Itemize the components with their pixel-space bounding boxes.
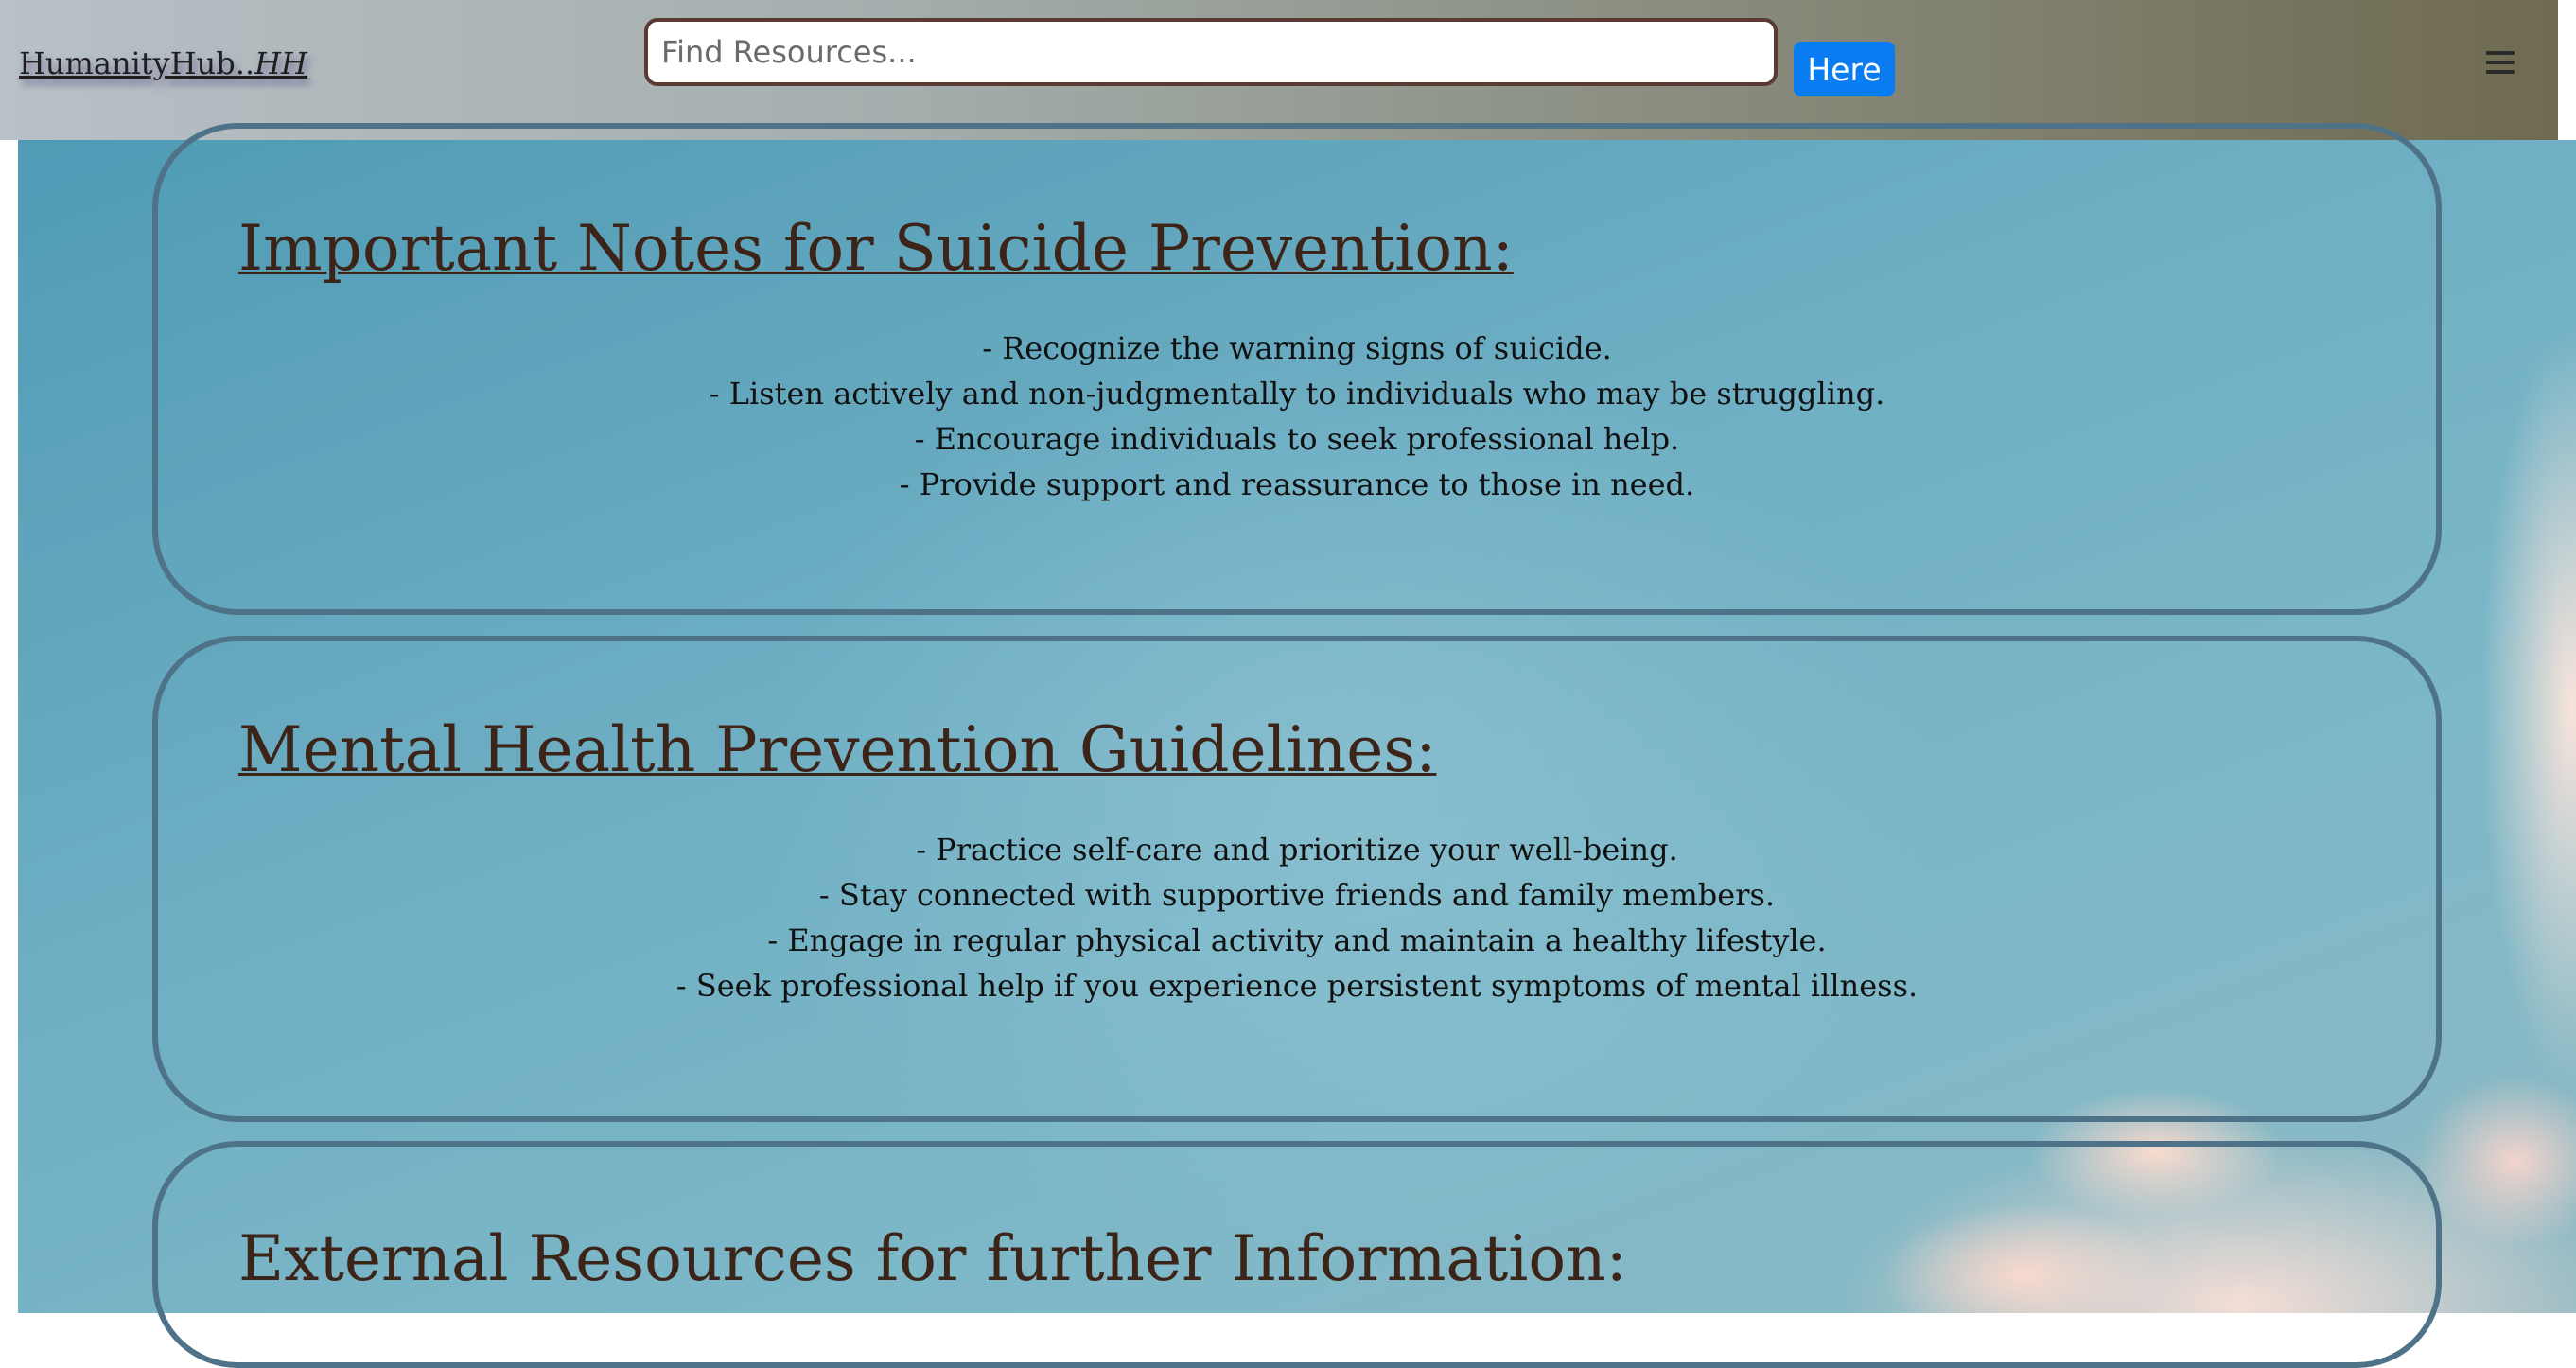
section-line: - Practice self-care and prioritize your… (916, 832, 1678, 868)
search-input[interactable] (644, 18, 1778, 86)
hamburger-menu-icon[interactable] (2486, 49, 2515, 74)
section-line: - Encourage individuals to seek professi… (914, 421, 1680, 457)
section-line: - Recognize the warning signs of suicide… (982, 330, 1612, 366)
brand-text: HumanityHub.. (19, 45, 255, 81)
section-body: - Recognize the warning signs of suicide… (158, 325, 2436, 507)
menu-bar (2486, 61, 2515, 64)
section-line: - Provide support and reassurance to tho… (899, 466, 1695, 502)
section-line: - Seek professional help if you experien… (675, 968, 1919, 1004)
menu-bar (2486, 70, 2515, 74)
external-resources-card: External Resources for further Informati… (152, 1141, 2442, 1368)
brand-suffix: HH (254, 45, 307, 81)
section-line: - Stay connected with supportive friends… (818, 877, 1776, 913)
search-button[interactable]: Here (1794, 42, 1895, 96)
brand-logo-link[interactable]: HumanityHub..HH (19, 45, 307, 81)
mental-health-guidelines-card: Mental Health Prevention Guidelines: - P… (152, 636, 2442, 1122)
suicide-prevention-card: Important Notes for Suicide Prevention: … (152, 123, 2442, 615)
top-navigation-bar: HumanityHub..HH Here (0, 0, 2558, 140)
section-title: Important Notes for Suicide Prevention: (238, 212, 1514, 285)
section-title: External Resources for further Informati… (238, 1222, 1627, 1295)
section-title: Mental Health Prevention Guidelines: (238, 713, 1437, 786)
section-line: - Engage in regular physical activity an… (767, 922, 1827, 958)
section-body: - Practice self-care and prioritize your… (158, 827, 2436, 1008)
menu-bar (2486, 51, 2515, 55)
section-line: - Listen actively and non-judgmentally t… (709, 376, 1885, 412)
